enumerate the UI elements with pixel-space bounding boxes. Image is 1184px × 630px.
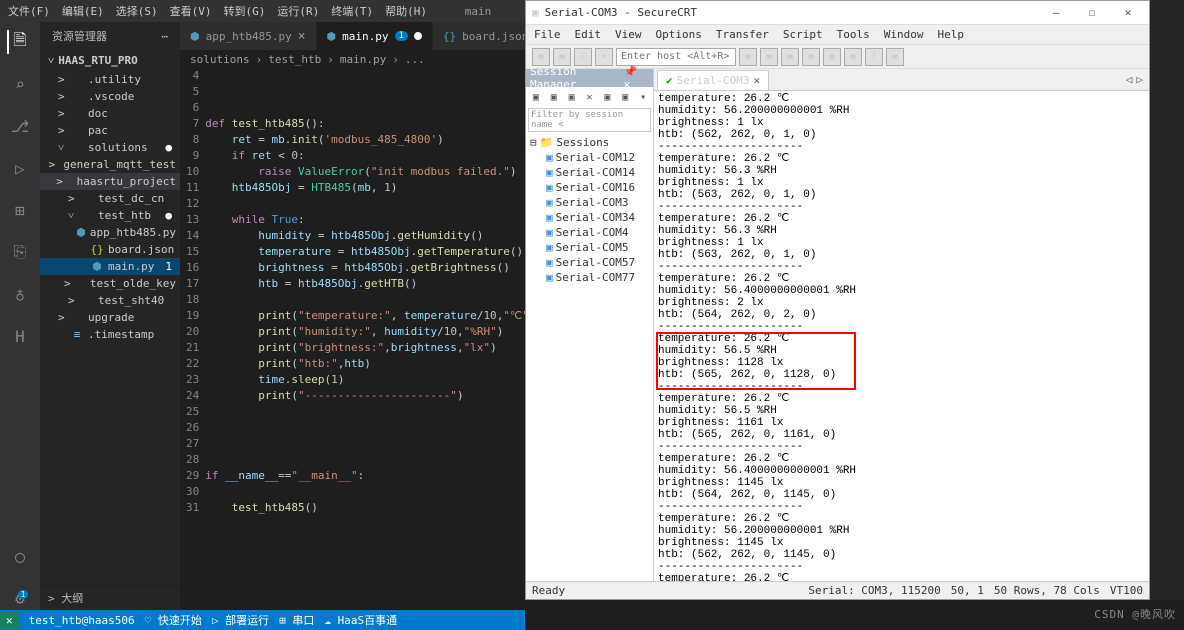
session-item[interactable]: ▣Serial-COM34 bbox=[528, 210, 651, 225]
terminal-output[interactable]: temperature: 26.2 ℃ humidity: 56.2000000… bbox=[654, 91, 1149, 581]
session-item[interactable]: ▣Serial-COM14 bbox=[528, 165, 651, 180]
terminal-tab[interactable]: ✔Serial-COM3✕ bbox=[657, 70, 769, 90]
status-ready: Ready bbox=[532, 584, 565, 597]
menu-item[interactable]: Edit bbox=[575, 28, 602, 41]
session-item[interactable]: ▣Serial-COM16 bbox=[528, 180, 651, 195]
minimize-button[interactable]: — bbox=[1041, 3, 1071, 23]
tree-item[interactable]: ⬢app_htb485.py bbox=[40, 224, 180, 241]
test-icon[interactable]: ♁ bbox=[8, 282, 32, 306]
menu-item[interactable]: 编辑(E) bbox=[62, 3, 104, 19]
menu-item[interactable]: 查看(V) bbox=[170, 3, 212, 19]
menu-item[interactable]: Script bbox=[783, 28, 823, 41]
app-icon: ▣ bbox=[532, 6, 539, 19]
run-icon[interactable]: ▷ bbox=[8, 156, 32, 180]
search-icon[interactable]: ⌕ bbox=[8, 72, 32, 96]
menu-item[interactable]: Transfer bbox=[716, 28, 769, 41]
sidebar-header: 资源管理器 bbox=[52, 28, 107, 44]
tree-item[interactable]: >test_olde_key bbox=[40, 275, 180, 292]
tree-item[interactable]: >upgrade bbox=[40, 309, 180, 326]
account-icon[interactable]: ◯ bbox=[8, 544, 32, 568]
prev-tab-icon[interactable]: ◁ bbox=[1126, 73, 1133, 86]
menu-item[interactable]: File bbox=[534, 28, 561, 41]
session-manager-panel: Session Manager📌 ✕ ▣▣▣✕▣▣▾ Filter by ses… bbox=[526, 69, 654, 581]
securecrt-statusbar: Ready Serial: COM3, 11520050, 150 Rows, … bbox=[526, 581, 1149, 599]
menu-item[interactable]: 文件(F) bbox=[8, 3, 50, 19]
tree-item[interactable]: >.utility bbox=[40, 71, 180, 88]
outline-section[interactable]: > 大纲 bbox=[40, 585, 180, 610]
session-item[interactable]: ▣Serial-COM12 bbox=[528, 150, 651, 165]
maximize-button[interactable]: ☐ bbox=[1077, 3, 1107, 23]
next-tab-icon[interactable]: ▷ bbox=[1136, 73, 1143, 86]
editor-tabs[interactable]: ⬢app_htb485.py×⬢main.py1{}board.json× bbox=[180, 22, 525, 50]
menu-item[interactable]: 转到(G) bbox=[224, 3, 266, 19]
session-tree[interactable]: ⊟📁Sessions ▣Serial-COM12▣Serial-COM14▣Se… bbox=[526, 133, 653, 581]
menu-item[interactable]: 运行(R) bbox=[277, 3, 319, 19]
session-item[interactable]: ▣Serial-COM4 bbox=[528, 225, 651, 240]
tree-item[interactable]: >doc bbox=[40, 105, 180, 122]
window-title: Serial-COM3 - SecureCRT bbox=[545, 6, 1035, 19]
session-toolbar[interactable]: ▣▣▣✕▣▣▾ bbox=[526, 87, 653, 107]
activity-bar[interactable]: 🗎 ⌕ ⎇ ▷ ⊞ ⎘ ♁ H ◯ ⚙1 bbox=[0, 22, 40, 610]
menu-item[interactable]: 帮助(H) bbox=[385, 3, 427, 19]
tree-item[interactable]: >test_sht40 bbox=[40, 292, 180, 309]
tb-icon[interactable]: ▣ bbox=[739, 48, 757, 66]
editor-area: ⬢app_htb485.py×⬢main.py1{}board.json× so… bbox=[180, 22, 525, 610]
tree-item[interactable]: ˅solutions● bbox=[40, 139, 180, 156]
tb-icon[interactable]: ✕ bbox=[595, 48, 613, 66]
right-strip bbox=[1150, 0, 1184, 600]
tree-item[interactable]: {}board.json bbox=[40, 241, 180, 258]
editor-tab[interactable]: ⬢app_htb485.py× bbox=[180, 22, 317, 50]
breadcrumbs[interactable]: solutions › test_htb › main.py › ... bbox=[180, 50, 525, 68]
tb-icon[interactable]: ▣ bbox=[553, 48, 571, 66]
vscode-menubar[interactable]: 文件(F) 编辑(E) 选择(S) 查看(V) 转到(G) 运行(R) 终端(T) 帮助(H)… bbox=[0, 0, 525, 22]
tree-item[interactable]: >.vscode bbox=[40, 88, 180, 105]
project-root[interactable]: ˅HAAS_RTU_PRO bbox=[40, 50, 180, 71]
tb-icon[interactable]: ▣ bbox=[532, 48, 550, 66]
tree-item[interactable]: >pac bbox=[40, 122, 180, 139]
haas-icon[interactable]: H bbox=[8, 324, 32, 348]
sidebar: 资源管理器⋯ ˅HAAS_RTU_PRO >.utility>.vscode>d… bbox=[40, 22, 180, 610]
tree-item[interactable]: >test_dc_cn bbox=[40, 190, 180, 207]
menu-item[interactable]: Tools bbox=[837, 28, 870, 41]
extensions-icon[interactable]: ⊞ bbox=[8, 198, 32, 222]
check-icon: ✔ bbox=[666, 74, 673, 87]
tree-item[interactable]: >general_mqtt_test bbox=[40, 156, 180, 173]
terminal-tabs[interactable]: ✔Serial-COM3✕ ◁▷ bbox=[654, 69, 1149, 91]
session-item[interactable]: ▣Serial-COM3 bbox=[528, 195, 651, 210]
securecrt-window: ▣ Serial-COM3 - SecureCRT — ☐ ✕ File Edit… bbox=[525, 0, 1150, 600]
status-bar[interactable]: ✕test_htb@haas506♡ 快速开始▷ 部署运行⊞ 串口☁ HaaS百… bbox=[0, 610, 525, 630]
close-icon[interactable]: ✕ bbox=[753, 74, 760, 87]
watermark: CSDN @晚风吹 bbox=[1094, 606, 1176, 622]
host-input[interactable] bbox=[616, 48, 736, 66]
scm-icon[interactable]: ⎇ bbox=[8, 114, 32, 138]
menu-item[interactable]: View bbox=[615, 28, 642, 41]
menu-item[interactable]: Window bbox=[884, 28, 924, 41]
explorer-icon[interactable]: 🗎 bbox=[7, 30, 31, 54]
securecrt-titlebar[interactable]: ▣ Serial-COM3 - SecureCRT — ☐ ✕ bbox=[526, 1, 1149, 25]
close-button[interactable]: ✕ bbox=[1113, 3, 1143, 23]
tree-item[interactable]: ˅test_htb● bbox=[40, 207, 180, 224]
session-item[interactable]: ▣Serial-COM77 bbox=[528, 270, 651, 285]
tree-item[interactable]: ≡.timestamp bbox=[40, 326, 180, 343]
settings-icon[interactable]: ⚙1 bbox=[8, 586, 32, 610]
tree-item[interactable]: ⬢main.py1 bbox=[40, 258, 180, 275]
menu-item[interactable]: 选择(S) bbox=[116, 3, 158, 19]
code-editor[interactable]: 4567891011121314151617181920212223242526… bbox=[180, 68, 525, 610]
session-item[interactable]: ▣Serial-COM5 bbox=[528, 240, 651, 255]
tb-icon[interactable]: ⎘ bbox=[574, 48, 592, 66]
securecrt-menubar[interactable]: File Edit View Options Transfer Script Tools Wi… bbox=[526, 25, 1149, 45]
menu-item[interactable]: Options bbox=[656, 28, 702, 41]
file-tree[interactable]: >.utility>.vscode>doc>pac˅solutions●>gen… bbox=[40, 71, 180, 585]
tree-item[interactable]: >haasrtu_project bbox=[40, 173, 180, 190]
session-filter[interactable]: Filter by session name < bbox=[528, 108, 651, 132]
session-item[interactable]: ▣Serial-COM57 bbox=[528, 255, 651, 270]
editor-tab[interactable]: ⬢main.py1 bbox=[317, 22, 433, 50]
menu-item[interactable]: 终端(T) bbox=[331, 3, 373, 19]
remote-icon[interactable]: ⎘ bbox=[8, 240, 32, 264]
vscode-window: 文件(F) 编辑(E) 选择(S) 查看(V) 转到(G) 运行(R) 终端(T) 帮助(H)… bbox=[0, 0, 525, 630]
menu-item[interactable]: Help bbox=[937, 28, 964, 41]
terminal-panel: ✔Serial-COM3✕ ◁▷ temperature: 26.2 ℃ hum… bbox=[654, 69, 1149, 581]
